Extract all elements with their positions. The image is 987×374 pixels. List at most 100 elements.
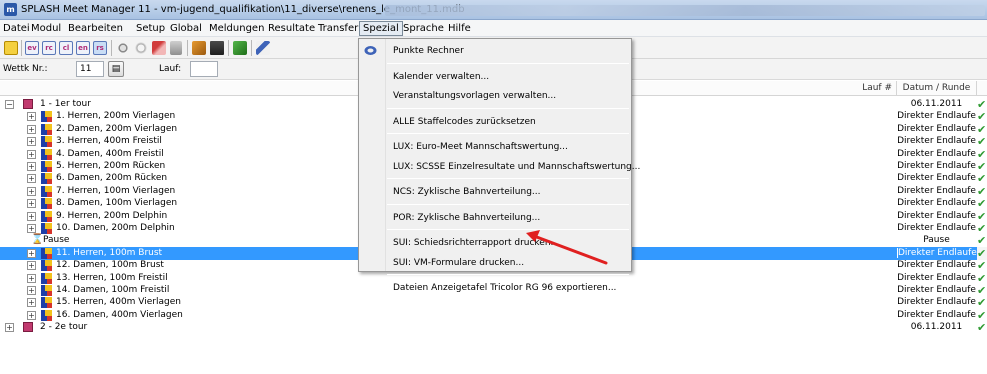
event-label: 15. Herren, 400m Vierlagen (56, 297, 181, 308)
event-label: 9. Herren, 200m Delphin (56, 210, 168, 221)
check-icon: ✔ (977, 246, 987, 260)
check-icon: ✔ (977, 296, 987, 310)
datum-runde-cell: Direkter Endlaufe (897, 148, 976, 159)
expand-icon[interactable]: + (27, 310, 36, 320)
toolbar-en-button[interactable]: en (76, 41, 90, 55)
menu-bar: Datei Modul Bearbeiten Setup Global Meld… (0, 20, 987, 37)
event-icon (41, 247, 52, 259)
menu-separator (387, 203, 629, 205)
menu-hilfe[interactable]: Hilfe (448, 23, 471, 34)
pause-label: Pause (43, 235, 70, 246)
check-icon: ✔ (977, 259, 987, 273)
medal-icon[interactable] (192, 41, 206, 55)
toolbar-rs-button[interactable]: rs (93, 41, 107, 55)
swimmer-icon[interactable] (134, 41, 148, 55)
event-label: 2. Damen, 200m Vierlagen (56, 123, 178, 134)
datum-runde-cell: Direkter Endlaufe (897, 285, 976, 295)
menu-datei[interactable]: Datei (3, 23, 30, 34)
menu-sprache[interactable]: Sprache (403, 23, 444, 34)
document-icon[interactable] (170, 41, 182, 55)
expand-icon[interactable]: + (27, 211, 36, 221)
wettk-lookup-button[interactable]: ▤ (108, 61, 124, 77)
expand-icon[interactable]: + (27, 149, 36, 159)
print-icon[interactable] (210, 41, 224, 55)
event-icon (41, 210, 52, 222)
event-icon (41, 260, 52, 272)
connect-icon[interactable] (256, 41, 270, 55)
menu-item-lux-scsse-einzelresultate-und-mannschaftswertung[interactable]: LUX: SCSSE Einzelresultate und Mannschaf… (359, 157, 640, 177)
menu-item-alle-staffelcodes-zur-cksetzen[interactable]: ALLE Staffelcodes zurücksetzen (359, 112, 631, 132)
tour-row[interactable]: +2 - 2e tour 06.11.2011 ✔ (0, 321, 987, 334)
menu-item-label: NCS: Zyklische Bahnverteilung... (393, 187, 541, 197)
event-row[interactable]: +16. Damen, 400m Vierlagen Direkter Endla… (0, 309, 987, 322)
expand-icon[interactable]: + (27, 261, 36, 271)
menu-meldungen[interactable]: Meldungen (209, 23, 264, 34)
datum-runde-cell: Direkter Endlaufe (897, 223, 976, 233)
expand-icon[interactable]: + (27, 137, 36, 147)
check-icon: ✔ (977, 160, 987, 173)
menu-item-label: Punkte Rechner (393, 46, 464, 56)
menu-resultate[interactable]: Resultate (268, 23, 315, 34)
check-icon: ✔ (977, 234, 987, 248)
menu-item-veranstaltungsvorlagen-verwalten[interactable]: Veranstaltungsvorlagen verwalten... (359, 86, 631, 106)
datum-runde-cell: Direkter Endlaufe (897, 161, 976, 171)
person-icon[interactable] (4, 41, 18, 55)
event-label: 16. Damen, 400m Vierlagen (56, 309, 183, 320)
edit-icon[interactable] (233, 41, 247, 55)
expand-icon[interactable]: + (27, 273, 36, 283)
relay-icon[interactable] (152, 41, 166, 55)
menu-item-lux-euro-meet-mannschaftswertung[interactable]: LUX: Euro-Meet Mannschaftswertung... (359, 137, 631, 157)
menu-bearbeiten[interactable]: Bearbeiten (68, 23, 123, 34)
wettk-number-field[interactable] (76, 61, 104, 77)
expand-icon[interactable]: + (27, 162, 36, 171)
menu-item-punkte-rechner[interactable]: Punkte Rechner (359, 41, 631, 61)
menu-setup[interactable]: Setup (136, 23, 165, 34)
hourglass-icon: ⌛ (31, 234, 44, 246)
menu-global[interactable]: Global (170, 23, 202, 34)
tour-label: 1 - 1er tour (40, 99, 91, 109)
expand-icon[interactable]: + (27, 199, 36, 209)
expand-icon[interactable]: + (27, 298, 36, 308)
check-icon: ✔ (977, 110, 987, 124)
datum-runde-cell: Direkter Endlaufe (897, 185, 976, 196)
datum-runde-cell: Direkter Endlaufe (897, 136, 976, 147)
check-icon: ✔ (977, 98, 987, 111)
header-lauf[interactable]: Lauf # (860, 83, 892, 93)
menu-item-label: POR: Zyklische Bahnverteilung... (393, 212, 541, 223)
event-icon (41, 123, 52, 135)
expand-icon[interactable]: + (27, 286, 36, 295)
toolbar-ev-button[interactable]: ev (25, 41, 39, 55)
expand-icon[interactable]: + (27, 224, 36, 233)
menu-item-por-zyklische-bahnverteilung[interactable]: POR: Zyklische Bahnverteilung... (359, 208, 631, 228)
check-icon: ✔ (977, 209, 987, 223)
expand-icon[interactable]: + (27, 248, 36, 258)
event-icon (41, 136, 52, 148)
datum-runde-cell: Direkter Endlaufe (897, 111, 976, 122)
toolbar-cl-button[interactable]: cl (59, 41, 73, 55)
stopwatch-icon[interactable] (116, 41, 130, 55)
check-icon: ✔ (977, 184, 987, 198)
toolbar-rc-button[interactable]: rc (42, 41, 56, 55)
app-icon: m (4, 3, 17, 16)
lauf-field[interactable] (190, 61, 218, 77)
menu-item-kalender-verwalten[interactable]: Kalender verwalten... (359, 67, 631, 87)
menu-item-ncs-zyklische-bahnverteilung[interactable]: NCS: Zyklische Bahnverteilung... (359, 182, 631, 202)
menu-item-label: LUX: SCSSE Einzelresultate und Mannschaf… (393, 161, 641, 172)
event-label: 1. Herren, 200m Vierlagen (56, 111, 176, 122)
tour-icon (23, 322, 33, 333)
expand-icon[interactable]: + (27, 186, 36, 196)
check-icon: ✔ (977, 122, 987, 136)
expand-icon[interactable]: + (27, 112, 36, 122)
menu-modul[interactable]: Modul (31, 23, 61, 34)
expand-icon[interactable]: + (27, 124, 36, 134)
collapse-icon[interactable]: − (5, 100, 14, 109)
expand-icon[interactable]: + (5, 323, 14, 333)
menu-item-dateien-anzeigetafel-tricolor-rg-96-exportieren[interactable]: Dateien Anzeigetafel Tricolor RG 96 expo… (359, 278, 631, 298)
expand-icon[interactable]: + (27, 174, 36, 184)
datum-runde-cell: Pause (923, 235, 950, 246)
menu-spezial[interactable]: Spezial (359, 21, 403, 36)
event-icon (41, 297, 52, 309)
menu-transfer[interactable]: Transfer (318, 23, 358, 34)
event-row[interactable]: +15. Herren, 400m Vierlagen Direkter Endl… (0, 296, 987, 309)
header-datum-runde[interactable]: Datum / Runde (897, 83, 976, 93)
